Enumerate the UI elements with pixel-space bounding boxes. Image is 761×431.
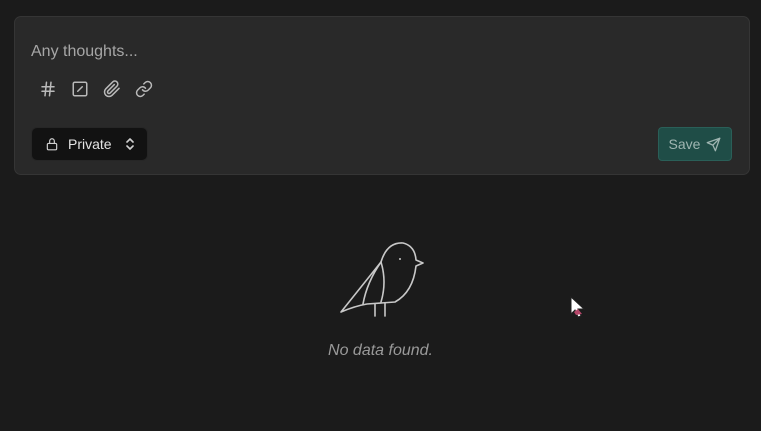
chevrons-up-down-icon [124, 136, 136, 152]
lock-icon [45, 137, 59, 151]
editor-toolbar [37, 78, 155, 100]
todo-button[interactable] [69, 78, 91, 100]
hash-icon [41, 81, 55, 97]
send-icon [707, 137, 721, 151]
link-icon [135, 80, 153, 98]
tag-button[interactable] [37, 78, 59, 100]
memo-editor: Private Save [14, 16, 750, 175]
attachment-button[interactable] [101, 78, 123, 100]
memo-input[interactable] [31, 41, 731, 63]
empty-message: No data found. [328, 342, 433, 359]
link-button[interactable] [133, 78, 155, 100]
save-label: Save [668, 136, 701, 152]
visibility-label: Private [68, 136, 112, 152]
paperclip-icon [103, 80, 120, 98]
page: Private Save No data found. [0, 0, 761, 431]
empty-state: No data found. [0, 236, 761, 360]
mouse-cursor-icon [570, 296, 586, 318]
save-button[interactable]: Save [658, 127, 732, 161]
visibility-select[interactable]: Private [31, 127, 148, 161]
bird-icon [339, 242, 424, 317]
checkbox-icon [72, 81, 88, 97]
